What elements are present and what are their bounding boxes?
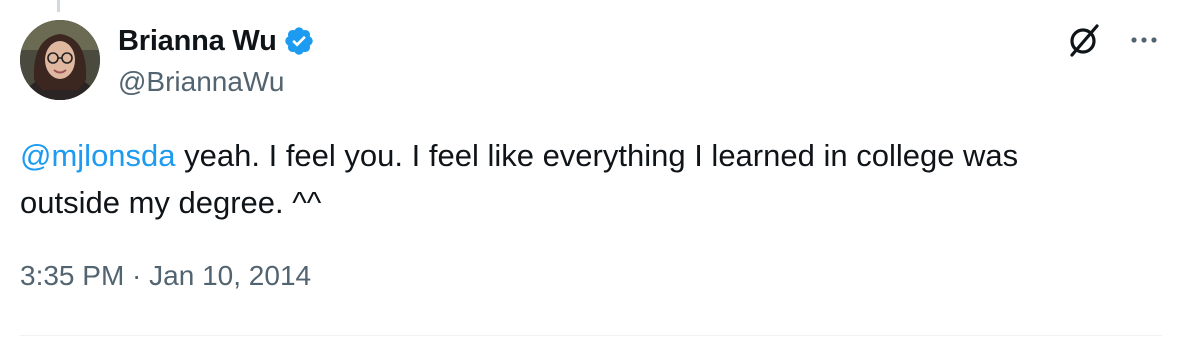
divider (20, 335, 1162, 336)
timestamp-separator: · (124, 260, 150, 291)
more-options-icon[interactable] (1124, 26, 1164, 54)
tweet-author: Brianna Wu @BriannaWu (118, 22, 315, 98)
tweet-text: @mjlonsda yeah. I feel you. I feel like … (20, 132, 1170, 226)
tweet-body-line-1: yeah. I feel you. I feel like everything… (175, 138, 1019, 173)
tweet-time[interactable]: 3:35 PM (20, 260, 124, 291)
tweet-body-line-2: outside my degree. ^^ (20, 185, 322, 220)
tweet-timestamp: 3:35 PM · Jan 10, 2014 (20, 260, 311, 292)
verified-badge-icon[interactable] (283, 25, 315, 57)
avatar[interactable] (20, 20, 100, 100)
author-display-name[interactable]: Brianna Wu (118, 25, 277, 58)
thread-connector-line (57, 0, 60, 12)
author-handle[interactable]: @BriannaWu (118, 66, 315, 98)
tweet-date[interactable]: Jan 10, 2014 (149, 260, 311, 291)
mention-link[interactable]: @mjlonsda (20, 138, 176, 173)
author-name-row: Brianna Wu (118, 22, 315, 60)
grok-icon[interactable] (1064, 20, 1104, 60)
